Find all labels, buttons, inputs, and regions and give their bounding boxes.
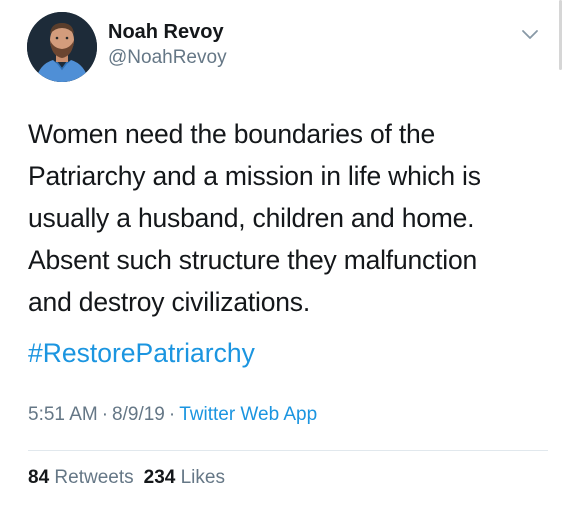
retweets-label: Retweets — [54, 467, 134, 488]
meta-separator: · — [168, 404, 176, 425]
likes-count: 234 — [143, 467, 176, 488]
tweet-time[interactable]: 5:51 AM — [28, 404, 98, 425]
chevron-down-icon[interactable] — [521, 28, 539, 40]
tweet-text-line: Women need the boundaries of the — [28, 119, 436, 149]
scrollbar[interactable] — [559, 0, 562, 70]
likes-stat[interactable]: 234 Likes — [144, 467, 225, 488]
meta-separator: · — [101, 404, 109, 425]
tweet-source-link[interactable]: Twitter Web App — [179, 404, 317, 425]
user-handle[interactable]: @NoahRevoy — [108, 47, 227, 69]
divider — [28, 450, 548, 451]
retweets-stat[interactable]: 84 Retweets — [28, 467, 134, 488]
tweet-text-line: usually a husband, children and home. — [28, 203, 475, 233]
tweet-stats: 84 Retweets 234 Likes — [28, 467, 225, 489]
hashtag-link[interactable]: #RestorePatriarchy — [28, 338, 255, 369]
avatar-image — [27, 12, 97, 82]
retweets-count: 84 — [28, 467, 50, 488]
tweet-card: Noah Revoy @NoahRevoy Women need the bou… — [0, 0, 565, 508]
tweet-date[interactable]: 8/9/19 — [112, 404, 165, 425]
tweet-text-line: Patriarchy and a mission in life which i… — [28, 161, 481, 191]
tweet-meta: 5:51 AM · 8/9/19 · Twitter Web App — [28, 404, 317, 426]
avatar[interactable] — [27, 12, 97, 82]
tweet-text-line: and destroy civilizations. — [28, 287, 311, 317]
tweet-text: Women need the boundaries of the Patriar… — [28, 113, 548, 323]
likes-label: Likes — [180, 467, 225, 488]
display-name[interactable]: Noah Revoy — [108, 21, 224, 44]
tweet-text-line: Absent such structure they malfunction — [28, 245, 478, 275]
